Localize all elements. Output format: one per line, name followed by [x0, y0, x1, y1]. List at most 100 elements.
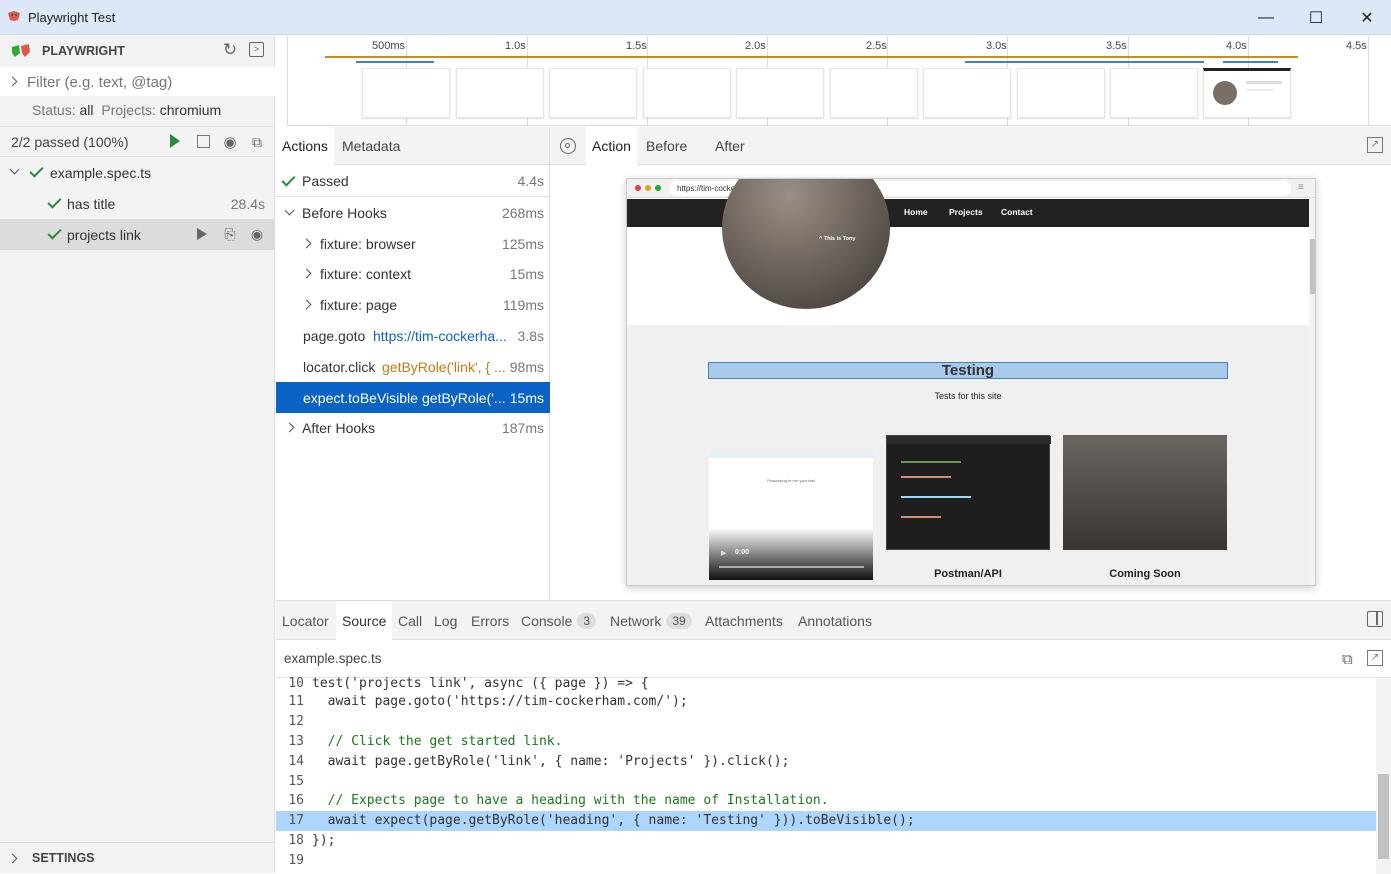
chevron-down-icon[interactable]	[284, 205, 295, 216]
minimize-icon: —	[1258, 8, 1274, 26]
timeline-snapshot[interactable]	[549, 68, 637, 118]
layout-toggle-icon[interactable]	[1367, 611, 1383, 627]
close-window-button[interactable]: ✕	[1344, 0, 1390, 35]
timeline-tick-label: 3.0s	[986, 40, 1007, 52]
details-panel: Locator Source Call Log Errors Console 3 …	[276, 600, 1391, 874]
copy-icon[interactable]: ⧉	[1342, 651, 1353, 668]
action-row-fixture-page[interactable]: fixture: page 119ms	[276, 289, 550, 320]
action-row-page-goto[interactable]: page.goto https://tim-cockerha... 3.8s	[276, 320, 550, 351]
chevron-right-icon[interactable]	[301, 268, 312, 279]
tab-locator[interactable]: Locator	[276, 601, 335, 640]
close-icon: ✕	[1360, 9, 1374, 27]
timeline-snapshot[interactable]	[643, 68, 731, 118]
settings-row[interactable]: SETTINGS	[0, 842, 275, 873]
timeline-snapshot[interactable]	[736, 68, 824, 118]
tab-network[interactable]: Network 39	[604, 601, 698, 640]
site-nav-contact: Contact	[1001, 207, 1033, 217]
source-scrollbar[interactable]	[1376, 679, 1391, 874]
run-all-icon[interactable]	[170, 134, 180, 148]
chevron-right-icon[interactable]	[284, 422, 295, 433]
timeline-snapshot[interactable]	[923, 68, 1011, 118]
source-scroll-thumb[interactable]	[1378, 774, 1389, 859]
collapse-all-icon[interactable]: ⧉	[249, 134, 265, 150]
tab-metadata[interactable]: Metadata	[336, 127, 406, 165]
tab-before[interactable]: Before	[640, 127, 693, 165]
action-row-locator-click[interactable]: locator.click getByRole('link', { ... 98…	[276, 351, 550, 382]
status-value[interactable]: all	[79, 102, 93, 118]
test-duration: 28.4s	[230, 195, 265, 212]
action-duration: 3.8s	[517, 327, 544, 344]
toggle-sidebar-icon[interactable]: >	[249, 42, 264, 57]
status-filter[interactable]: Status: all Projects: chromium	[32, 102, 221, 118]
tree-test-item[interactable]: has title 28.4s	[0, 188, 275, 219]
action-arg: getByRole('...	[422, 389, 506, 406]
tab-attachments[interactable]: Attachments	[699, 601, 789, 640]
playwright-masks-icon	[12, 44, 30, 57]
timeline-snapshot[interactable]	[830, 68, 918, 118]
chevron-right-icon[interactable]	[301, 299, 312, 310]
tab-actions[interactable]: Actions	[276, 127, 334, 165]
postman-code-line	[901, 461, 961, 463]
chevron-right-icon[interactable]	[7, 76, 18, 87]
tab-errors[interactable]: Errors	[465, 601, 515, 640]
card-title: Coming Soon	[1109, 568, 1181, 580]
timeline-snapshot[interactable]	[1017, 68, 1105, 118]
reload-icon[interactable]: ↻	[222, 40, 238, 59]
action-row-fixture-browser[interactable]: fixture: browser 125ms	[276, 228, 550, 259]
status-label: Status:	[32, 102, 76, 118]
action-row-before-hooks[interactable]: Before Hooks 268ms	[276, 197, 550, 228]
tab-after[interactable]: After	[709, 127, 751, 165]
source-code: 10 test('projects link', async ({ page })…	[276, 674, 1376, 874]
code-line: 18});	[288, 833, 336, 848]
action-duration: 268ms	[501, 204, 544, 221]
projects-value[interactable]: chromium	[160, 102, 221, 118]
stop-icon[interactable]	[197, 135, 210, 148]
open-source-icon[interactable]: ⎘	[222, 226, 238, 242]
open-external-icon[interactable]: ↗	[1367, 137, 1383, 153]
tab-log[interactable]: Log	[428, 601, 463, 640]
timeline-bar-blue	[1223, 61, 1278, 63]
action-row-expect-selected[interactable]: expect.toBeVisible getByRole('... 15ms	[276, 382, 550, 413]
tab-source[interactable]: Source	[336, 601, 393, 640]
code-line: 14 await page.getByRole('link', { name: …	[288, 754, 790, 769]
tab-annotations[interactable]: Annotations	[792, 601, 878, 640]
timeline-snapshot-selected[interactable]	[1203, 68, 1291, 118]
maximize-button[interactable]: ☐	[1293, 0, 1339, 35]
timeline-tick-label: 1.5s	[626, 40, 647, 52]
open-in-editor-icon[interactable]: ↗	[1367, 650, 1383, 666]
action-duration: 119ms	[503, 296, 544, 313]
code-line: 15	[288, 774, 304, 789]
run-test-icon[interactable]	[197, 228, 207, 240]
site-subheading: Tests for this site	[934, 391, 1002, 401]
chevron-right-icon[interactable]	[301, 238, 312, 249]
action-row-fixture-context[interactable]: fixture: context 15ms	[276, 258, 550, 289]
timeline[interactable]: 500ms 1.0s 1.5s 2.0s 2.5s 3.0s 3.5s 4.0s…	[287, 36, 1391, 126]
action-label: fixture: page	[320, 296, 398, 313]
timeline-snapshot[interactable]	[1110, 68, 1198, 118]
pick-locator-icon[interactable]	[560, 138, 576, 154]
snapshot-scrollbar[interactable]	[1309, 199, 1315, 585]
action-label: Passed	[302, 173, 349, 189]
tab-call[interactable]: Call	[392, 601, 428, 640]
watch-test-icon[interactable]: ◉	[249, 226, 265, 242]
site-hero: ^ This is Tony	[627, 179, 1309, 325]
snapshot-browser-frame: https://tim-cockerham.com/ ≡ Home Projec…	[626, 178, 1316, 586]
video-card: Processing to run your test ▶ 0:00	[709, 450, 873, 580]
action-row-passed[interactable]: Passed 4.4s	[276, 166, 550, 197]
browser-min-dot	[645, 185, 651, 191]
minimize-button[interactable]: —	[1243, 0, 1289, 35]
watch-icon[interactable]: ◉	[222, 134, 238, 151]
tree-test-item-selected[interactable]: projects link ⎘ ◉	[0, 219, 275, 250]
action-duration: 15ms	[509, 265, 544, 282]
snapshot-scroll-thumb[interactable]	[1310, 239, 1315, 294]
filter-input[interactable]	[27, 70, 270, 94]
site-heading: Testing	[941, 362, 995, 379]
action-row-after-hooks[interactable]: After Hooks 187ms	[276, 412, 550, 443]
brand-label: PLAYWRIGHT	[42, 44, 125, 58]
tree-file-item[interactable]: example.spec.ts	[0, 157, 275, 188]
timeline-snapshot[interactable]	[456, 68, 544, 118]
tab-action[interactable]: Action	[586, 127, 637, 165]
chevron-down-icon[interactable]	[9, 164, 20, 175]
tab-console[interactable]: Console 3	[515, 601, 602, 640]
timeline-snapshot[interactable]	[362, 68, 450, 118]
